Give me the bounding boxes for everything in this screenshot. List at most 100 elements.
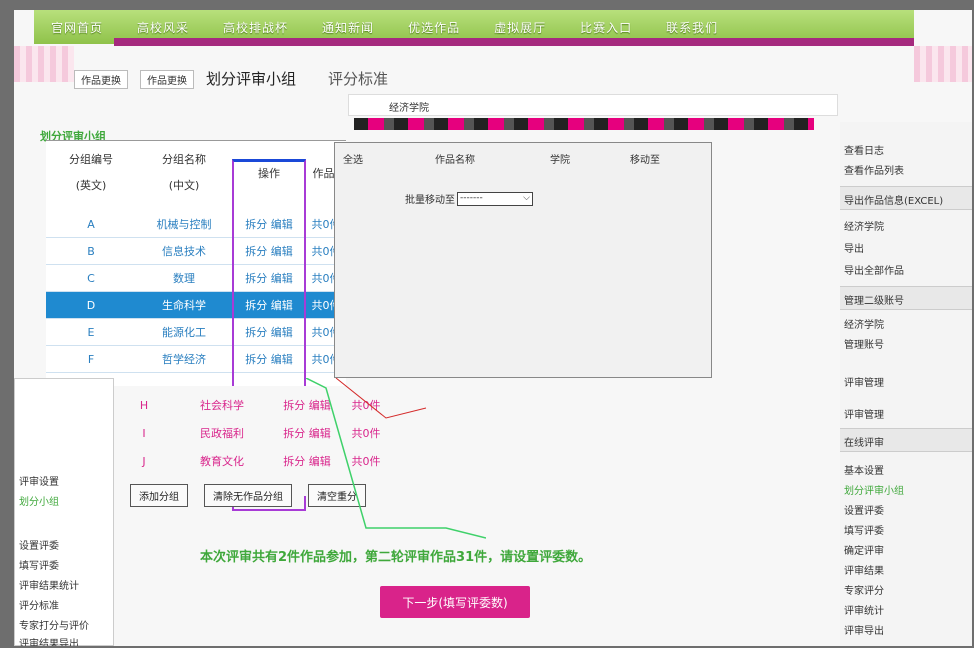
header-code: 分组编号 — [69, 153, 113, 166]
sidebar-school: 经济学院 — [844, 222, 884, 233]
review-management-link[interactable]: 评审管理 — [844, 406, 884, 421]
sidebar-item-active[interactable]: 划分小组 — [19, 493, 59, 508]
row-name: 哲学经济 — [162, 353, 206, 366]
page-frame: 官网首页 高校风采 高校排战杯 通知新闻 优选作品 虚拟展厅 比赛入口 联系我们… — [14, 10, 972, 646]
sidebar-item[interactable]: 填写评委 — [844, 522, 884, 537]
row-name: 教育文化 — [200, 455, 244, 468]
sidebar-item-active[interactable]: 划分评审小组 — [844, 482, 904, 497]
clear-empty-groups-button[interactable]: 清除无作品分组 — [204, 484, 292, 507]
table-row[interactable]: I 民政福利 拆分 编辑 共0件 — [114, 420, 414, 446]
decoration-strip — [354, 118, 814, 130]
table-row[interactable]: J 教育文化 拆分 编辑 共0件 — [114, 448, 414, 474]
sidebar-item[interactable]: 评审结果导出 — [19, 635, 79, 646]
sidebar-item[interactable]: 专家评分 — [844, 582, 884, 597]
breadcrumb: 作品更换 作品更换 划分评审小组 评分标准 — [74, 68, 388, 89]
header-name: 分组名称 — [162, 153, 206, 166]
table-row[interactable]: F 哲学经济 拆分 编辑 共0件 — [46, 346, 346, 373]
select-all-checkbox[interactable]: 全选 — [335, 151, 395, 166]
decoration-left — [14, 46, 74, 82]
sidebar-item[interactable]: 设置评委 — [844, 502, 884, 517]
row-code: I — [142, 426, 146, 440]
add-group-button[interactable]: 添加分组 — [130, 484, 188, 507]
row-actions[interactable]: 拆分 编辑 — [270, 397, 344, 413]
nav-underline-bar — [114, 38, 914, 46]
row-code: D — [86, 298, 96, 312]
nav-item-works[interactable]: 优选作品 — [391, 19, 477, 36]
row-actions[interactable]: 拆分 编辑 — [232, 243, 306, 259]
row-actions[interactable]: 拆分 编辑 — [232, 351, 306, 367]
right-sidebar: 查看日志 查看作品列表 导出作品信息(EXCEL) 经济学院 导出 导出全部作品… — [840, 122, 972, 646]
row-name: 信息技术 — [162, 245, 206, 258]
section-header-review: 评审管理 — [844, 378, 884, 389]
sidebar-item[interactable]: 评审统计 — [844, 602, 884, 617]
header-college: 学院 — [550, 155, 570, 166]
sidebar-item[interactable]: 评分标准 — [19, 597, 59, 612]
row-code: H — [139, 398, 149, 412]
sidebar-item[interactable]: 评审导出 — [844, 622, 884, 637]
chevron-down-icon: ⌵ — [523, 192, 530, 203]
row-actions[interactable]: 拆分 编辑 — [270, 453, 344, 469]
row-count: 共0件 — [351, 455, 381, 468]
row-name: 社会科学 — [200, 399, 244, 412]
sidebar-item[interactable]: 基本设置 — [844, 462, 884, 477]
row-name: 能源化工 — [162, 326, 206, 339]
export-all-link[interactable]: 导出全部作品 — [844, 262, 904, 277]
row-actions[interactable]: 拆分 编辑 — [232, 216, 306, 232]
row-actions[interactable]: 拆分 编辑 — [232, 297, 306, 313]
reset-groups-button[interactable]: 清空重分 — [308, 484, 366, 507]
nav-item-contact[interactable]: 联系我们 — [649, 19, 735, 36]
nav-item-home[interactable]: 官网首页 — [34, 19, 120, 36]
table-row[interactable]: A 机械与控制 拆分 编辑 共0件 — [46, 211, 346, 238]
dialog-header: 经济学院 — [348, 94, 838, 116]
sidebar-item[interactable]: 填写评委 — [19, 557, 59, 572]
sidebar-item[interactable]: 查看日志 — [844, 142, 884, 157]
page-subtitle: 评分标准 — [328, 70, 389, 88]
left-sidebar: 评审设置 划分小组 设置评委 填写评委 评审结果统计 评分标准 专家打分与评价 … — [14, 378, 114, 646]
move-works-panel: 全选 作品名称 学院 移动至 批量移动至 ------- ⌵ — [334, 142, 712, 378]
page-title: 划分评审小组 — [206, 70, 297, 88]
table-row[interactable]: E 能源化工 拆分 编辑 共0件 — [46, 319, 346, 346]
row-count: 共0件 — [351, 427, 381, 440]
row-code: F — [87, 352, 95, 366]
move-panel-header: 全选 作品名称 学院 移动至 — [335, 151, 711, 166]
row-name: 机械与控制 — [156, 218, 212, 231]
row-name: 民政福利 — [200, 427, 244, 440]
sidebar-item[interactable]: 评审设置 — [19, 473, 59, 488]
group-table: 分组编号 (英文) 分组名称 (中文) 操作 作品数 A 机械与控制 拆分 编辑… — [46, 140, 346, 511]
sidebar-item[interactable]: 设置评委 — [19, 537, 59, 552]
row-code: E — [87, 325, 95, 339]
nav-item-virtual-hall[interactable]: 虚拟展厅 — [477, 19, 563, 36]
nav-item-competition[interactable]: 比赛入口 — [563, 19, 649, 36]
next-step-button[interactable]: 下一步(填写评委数) — [380, 586, 530, 618]
table-row-selected[interactable]: D 生命科学 拆分 编辑 共0件 — [46, 292, 346, 319]
batch-move-select[interactable]: ------- ⌵ — [457, 191, 533, 206]
row-code: J — [142, 454, 146, 468]
tab-works-change-2[interactable]: 作品更换 — [140, 70, 194, 89]
row-name: 数理 — [173, 272, 195, 285]
row-actions[interactable]: 拆分 编辑 — [232, 270, 306, 286]
nav-item-news[interactable]: 通知新闻 — [305, 19, 391, 36]
tab-works-change[interactable]: 作品更换 — [74, 70, 128, 89]
nav-item-challenge-cup[interactable]: 高校排战杯 — [206, 19, 305, 36]
sidebar-item[interactable]: 评审结果 — [844, 562, 884, 577]
dialog-title: 经济学院 — [389, 103, 429, 114]
sidebar-item[interactable]: 评审结果统计 — [19, 577, 79, 592]
manage-accounts-link[interactable]: 管理账号 — [844, 336, 884, 351]
row-name: 生命科学 — [162, 299, 206, 312]
sidebar-item[interactable]: 查看作品列表 — [844, 162, 904, 177]
row-code: C — [87, 271, 95, 285]
table-row[interactable]: B 信息技术 拆分 编辑 共0件 — [46, 238, 346, 265]
sidebar-item[interactable]: 确定评审 — [844, 542, 884, 557]
batch-move: 批量移动至 ------- ⌵ — [405, 191, 533, 206]
sidebar-item[interactable]: 专家打分与评价 — [19, 617, 89, 632]
group-table-continued: H 社会科学 拆分 编辑 共0件 I 民政福利 拆分 编辑 共0件 J 教育文化… — [114, 386, 394, 496]
row-actions[interactable]: 拆分 编辑 — [270, 425, 344, 441]
table-row[interactable]: H 社会科学 拆分 编辑 共0件 — [114, 392, 414, 418]
export-link[interactable]: 导出 — [844, 240, 864, 255]
section-header-online-review: 在线评审 — [840, 428, 972, 452]
table-actions: 添加分组 清除无作品分组 清空重分 — [130, 484, 366, 507]
table-row[interactable]: C 数理 拆分 编辑 共0件 — [46, 265, 346, 292]
nav-item-school-style[interactable]: 高校风采 — [120, 19, 206, 36]
section-header-accounts: 管理二级账号 — [840, 286, 972, 310]
row-actions[interactable]: 拆分 编辑 — [232, 324, 306, 340]
